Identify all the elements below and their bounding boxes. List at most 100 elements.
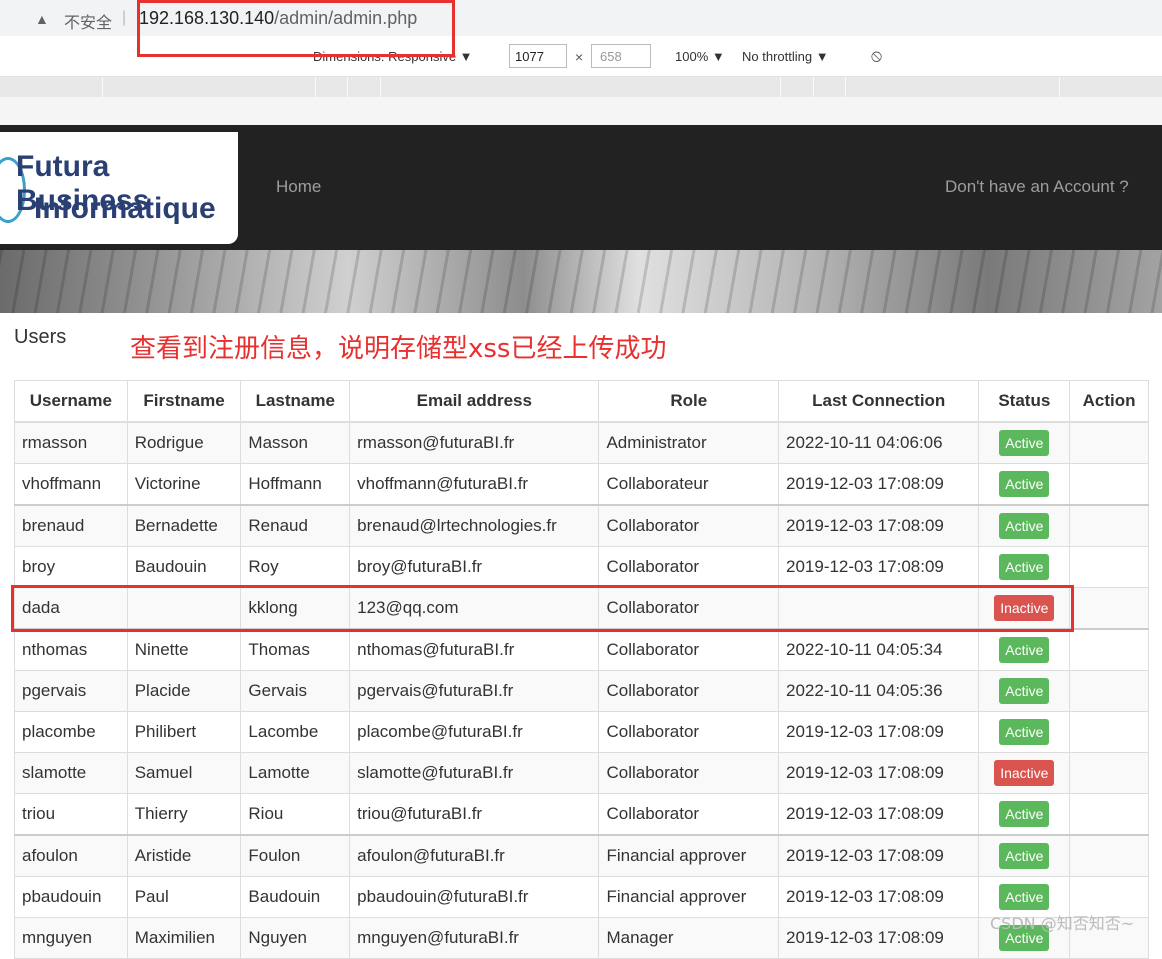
status-badge[interactable]: Active (999, 637, 1050, 663)
cell-lastname: Hoffmann (240, 463, 351, 506)
cell-firstname: Philibert (126, 711, 242, 753)
status-badge[interactable]: Active (999, 843, 1050, 869)
cell-action (1069, 587, 1149, 630)
cell-status: Active (978, 670, 1071, 712)
cell-action (1069, 546, 1149, 588)
cell-lastname: Lacombe (240, 711, 351, 753)
cell-action (1069, 834, 1149, 877)
cell-username: nthomas (14, 628, 128, 671)
cell-username: pgervais (14, 670, 128, 712)
cell-action (1069, 711, 1149, 753)
table-row: nthomas Ninette Thomas nthomas@futuraBI.fr C… (14, 628, 1149, 671)
cell-status: Active (978, 463, 1071, 506)
table-row: triou Thierry Riou triou@futuraBI.fr Collabo… (14, 793, 1149, 836)
cell-email: pbaudouin@futuraBI.fr (349, 876, 600, 918)
cell-role: Collaborator (598, 504, 779, 547)
site-logo[interactable]: Futura Business Informatique (0, 132, 238, 244)
cell-status: Active (978, 711, 1071, 753)
cell-firstname: Rodrigue (126, 421, 242, 464)
annotation-text: 查看到注册信息，说明存储型xss已经上传成功 (130, 334, 667, 364)
cell-action (1069, 670, 1149, 712)
table-row: pbaudouin Paul Baudouin pbaudouin@futuraBI.… (14, 876, 1149, 918)
cell-email: rmasson@futuraBI.fr (349, 421, 600, 464)
cell-username: vhoffmann (14, 463, 128, 506)
cell-firstname: Ninette (126, 628, 242, 671)
page-title: Users (14, 326, 67, 348)
cell-role: Collaborator (598, 546, 779, 588)
cell-action (1069, 463, 1149, 506)
cell-status: Active (978, 628, 1071, 671)
cell-firstname: Samuel (126, 752, 242, 794)
cell-username: mnguyen (14, 917, 128, 959)
cell-email: vhoffmann@futuraBI.fr (349, 463, 600, 506)
cell-username: slamotte (14, 752, 128, 794)
cell-role: Collaborator (598, 711, 779, 753)
cell-username: brenaud (14, 504, 128, 547)
cell-email: afoulon@futuraBI.fr (349, 834, 600, 877)
status-badge[interactable]: Inactive (994, 760, 1055, 786)
cell-email: triou@futuraBI.fr (349, 793, 600, 836)
media-query-bar[interactable] (0, 77, 1162, 97)
cell-username: placombe (14, 711, 128, 753)
nav-home-link[interactable]: Home (276, 177, 321, 197)
warning-icon[interactable]: ▲ (35, 11, 51, 27)
rotate-icon[interactable]: ⦸ (871, 46, 882, 66)
ruler (0, 97, 1162, 125)
separator: | (122, 9, 127, 26)
cell-role: Financial approver (598, 876, 779, 918)
col-lastname: Lastname (240, 380, 351, 423)
status-badge[interactable]: Active (999, 884, 1050, 910)
cell-role: Administrator (598, 421, 779, 464)
cell-action (1069, 793, 1149, 836)
cell-status: Inactive (978, 752, 1071, 794)
cell-email: brenaud@lrtechnologies.fr (349, 504, 600, 547)
col-last-connection: Last Connection (777, 380, 980, 423)
status-badge[interactable]: Active (999, 430, 1050, 456)
cell-username: broy (14, 546, 128, 588)
cell-firstname: Baudouin (126, 546, 242, 588)
cell-last-connection: 2022-10-11 04:05:34 (777, 628, 980, 671)
height-input[interactable]: 658 (591, 44, 651, 68)
cell-firstname: Maximilien (126, 917, 242, 959)
cell-last-connection: 2019-12-03 17:08:09 (777, 834, 980, 877)
status-badge[interactable]: Active (999, 513, 1050, 539)
cell-role: Collaborator (598, 752, 779, 794)
cell-role: Financial approver (598, 834, 779, 877)
header-banner-image (0, 250, 1162, 313)
status-badge[interactable]: Active (999, 554, 1050, 580)
cell-status: Active (978, 421, 1071, 464)
cell-last-connection: 2019-12-03 17:08:09 (777, 463, 980, 506)
cell-role: Collaborator (598, 793, 779, 836)
nav-register-link[interactable]: Don't have an Account ? (945, 177, 1129, 197)
cell-role: Collaborator (598, 628, 779, 671)
status-badge[interactable]: Active (999, 719, 1050, 745)
table-header-row: Username Firstname Lastname Email addres… (14, 380, 1149, 423)
cell-action (1069, 421, 1149, 464)
cell-role: Collaborator (598, 670, 779, 712)
table-row: rmasson Rodrigue Masson rmasson@futuraBI.fr… (14, 421, 1149, 464)
status-badge[interactable]: Active (999, 801, 1050, 827)
cell-username: afoulon (14, 834, 128, 877)
cell-role: Manager (598, 917, 779, 959)
cell-email: mnguyen@futuraBI.fr (349, 917, 600, 959)
cell-email: placombe@futuraBI.fr (349, 711, 600, 753)
cell-username: pbaudouin (14, 876, 128, 918)
status-badge[interactable]: Active (999, 678, 1050, 704)
security-label[interactable]: 不安全 (64, 9, 112, 33)
status-badge[interactable]: Active (999, 471, 1050, 497)
watermark: CSDN @知否知否~ (990, 914, 1135, 933)
cell-action (1069, 752, 1149, 794)
col-role: Role (598, 380, 779, 423)
table-row: afoulon Aristide Foulon afoulon@futuraBI.fr… (14, 834, 1149, 877)
width-input[interactable]: 1077 (509, 44, 567, 68)
cell-email: broy@futuraBI.fr (349, 546, 600, 588)
zoom-dropdown[interactable]: 100% ▼ (675, 49, 725, 64)
cell-status: Active (978, 793, 1071, 836)
cell-lastname: Roy (240, 546, 351, 588)
throttling-dropdown[interactable]: No throttling ▼ (742, 49, 829, 64)
cell-firstname: Paul (126, 876, 242, 918)
cell-last-connection: 2019-12-03 17:08:09 (777, 752, 980, 794)
table-row: broy Baudouin Roy broy@futuraBI.fr Collabora… (14, 546, 1149, 588)
cell-lastname: Nguyen (240, 917, 351, 959)
col-action: Action (1069, 380, 1149, 423)
